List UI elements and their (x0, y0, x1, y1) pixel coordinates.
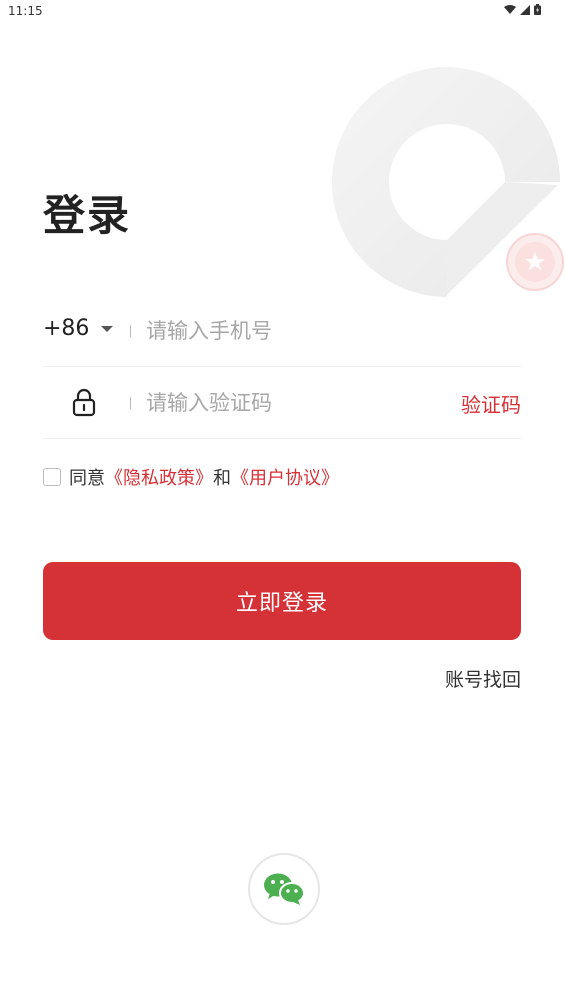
lock-icon (72, 388, 96, 417)
battery-icon (534, 4, 541, 15)
wechat-login-button[interactable] (248, 853, 320, 925)
phone-input[interactable] (144, 312, 448, 350)
agreement-row: 同意 《隐私政策》 和 《用户协议》 (43, 464, 339, 490)
account-recovery-link[interactable]: 账号找回 (445, 665, 521, 692)
status-time: 11:15 (8, 4, 43, 18)
decorative-badge-icon (506, 233, 564, 291)
country-code-label: +86 (43, 316, 90, 341)
login-button[interactable]: 立即登录 (43, 562, 521, 640)
agreement-checkbox[interactable] (43, 468, 61, 486)
wifi-icon (504, 4, 516, 14)
signal-icon (520, 4, 530, 15)
separator (130, 325, 131, 337)
wechat-icon (264, 873, 305, 905)
agreement-conjunction: 和 (213, 468, 231, 489)
chevron-down-icon (101, 325, 114, 332)
user-agreement-link[interactable]: 《用户协议》 (231, 464, 339, 490)
page-title: 登录 (43, 191, 132, 240)
phone-row: +86 (43, 294, 521, 367)
verification-code-input[interactable] (144, 384, 448, 422)
agreement-prefix: 同意 (69, 468, 105, 489)
separator (130, 397, 131, 409)
country-code-selector[interactable]: +86 (43, 316, 114, 341)
code-row: 验证码 (43, 366, 521, 439)
privacy-policy-link[interactable]: 《隐私政策》 (105, 464, 213, 490)
status-icons (504, 4, 541, 15)
get-code-button[interactable]: 验证码 (461, 389, 521, 418)
status-bar: 11:15 (0, 0, 565, 24)
